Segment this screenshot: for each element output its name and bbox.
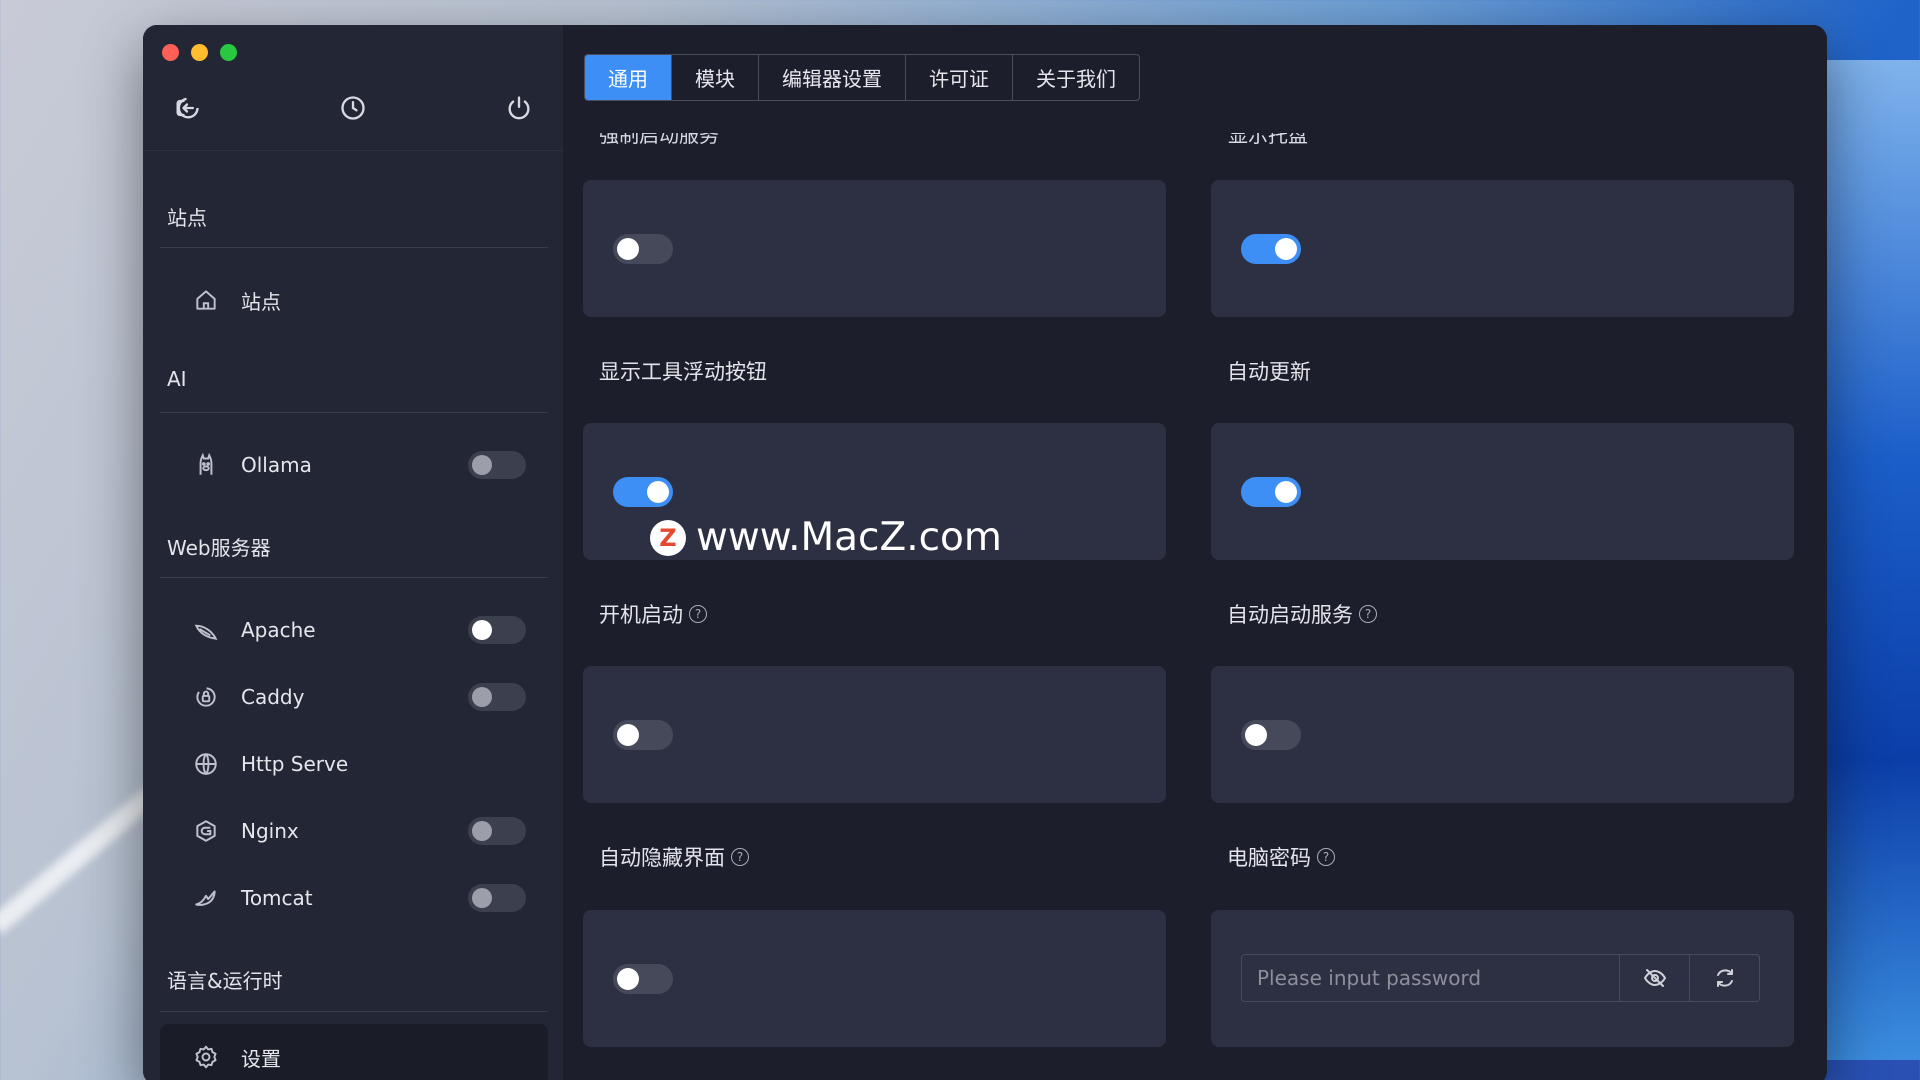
setting-label-float-button: 显示工具浮动按钮 [599, 356, 767, 386]
setting-label-computer-password: 电脑密码 ? [1227, 842, 1335, 872]
help-icon[interactable]: ? [731, 848, 749, 866]
sidebar-item-apache[interactable]: Apache [160, 600, 548, 660]
setting-label-text: 自动启动服务 [1227, 603, 1353, 627]
password-input[interactable] [1242, 955, 1619, 1001]
setting-label-cut-right: 显示托盘 [1228, 133, 1308, 147]
scrolled-labels: 强制启动服务 显示托盘 [563, 133, 1827, 153]
sidebar: 站点 站点 AI Ollama Web服务器 Apache Caddy Http… [143, 25, 563, 1080]
sidebar-item-sites[interactable]: 站点 [160, 270, 548, 330]
setting-label-text: 自动更新 [1227, 360, 1311, 384]
setting-card [583, 666, 1166, 803]
power-icon[interactable] [504, 93, 534, 123]
sidebar-item-settings[interactable]: 设置 [160, 1024, 548, 1080]
setting-label-boot-start: 开机启动 ? [599, 599, 707, 629]
divider [160, 247, 548, 248]
setting-card [1211, 910, 1794, 1047]
sidebar-item-label: Ollama [241, 453, 312, 477]
setting-card [1211, 180, 1794, 317]
setting-card [583, 910, 1166, 1047]
tab-general[interactable]: 通用 [585, 55, 671, 100]
boot-start-toggle[interactable] [613, 720, 673, 750]
caddy-toggle[interactable] [468, 683, 526, 711]
toggle-visibility-button[interactable] [1619, 955, 1689, 1001]
tab-license[interactable]: 许可证 [905, 55, 1012, 100]
home-icon [190, 284, 222, 316]
tab-modules[interactable]: 模块 [671, 55, 758, 100]
llama-icon [190, 449, 222, 481]
sidebar-item-label: 站点 [241, 289, 281, 314]
sidebar-item-label: Caddy [241, 685, 305, 709]
setting-label-auto-update: 自动更新 [1227, 356, 1311, 386]
logout-icon[interactable] [172, 93, 202, 123]
globe-icon [190, 748, 222, 780]
sidebar-item-label: Tomcat [241, 886, 313, 910]
divider [160, 577, 548, 578]
watermark-text: www.MacZ.com [696, 515, 1002, 560]
eye-off-icon [1643, 969, 1666, 987]
setting-label-text: 显示工具浮动按钮 [599, 360, 767, 384]
force-start-toggle[interactable] [613, 234, 673, 264]
minimize-window-button[interactable] [191, 44, 208, 61]
setting-label-text: 自动隐藏界面 [599, 846, 725, 870]
setting-label-text: 开机启动 [599, 603, 683, 627]
sidebar-item-label: Http Serve [241, 752, 349, 776]
setting-label-auto-start-services: 自动启动服务 ? [1227, 599, 1377, 629]
tomcat-toggle[interactable] [468, 884, 526, 912]
divider [160, 412, 548, 413]
tomcat-icon [190, 882, 222, 914]
tab-about[interactable]: 关于我们 [1012, 55, 1139, 100]
settings-tabs: 通用 模块 编辑器设置 许可证 关于我们 [584, 54, 1140, 101]
divider [160, 1011, 548, 1012]
auto-start-services-toggle[interactable] [1241, 720, 1301, 750]
sidebar-item-label: 设置 [241, 1046, 281, 1071]
password-group [1241, 954, 1760, 1002]
float-button-toggle[interactable] [613, 477, 673, 507]
setting-card [583, 180, 1166, 317]
gear-icon [190, 1041, 222, 1073]
feather-icon [190, 614, 222, 646]
sidebar-item-ollama[interactable]: Ollama [160, 435, 548, 495]
auto-hide-toggle[interactable] [613, 964, 673, 994]
help-icon[interactable]: ? [1359, 605, 1377, 623]
section-title-lang: 语言&运行时 [167, 969, 283, 993]
sidebar-item-tomcat[interactable]: Tomcat [160, 868, 548, 928]
zoom-window-button[interactable] [220, 44, 237, 61]
sidebar-item-label: Apache [241, 618, 316, 642]
help-icon[interactable]: ? [689, 605, 707, 623]
setting-label-auto-hide: 自动隐藏界面 ? [599, 842, 749, 872]
setting-card [1211, 423, 1794, 560]
nginx-icon [190, 815, 222, 847]
show-tray-toggle[interactable] [1241, 234, 1301, 264]
sidebar-item-label: Nginx [241, 819, 299, 843]
close-window-button[interactable] [162, 44, 179, 61]
history-icon[interactable] [338, 93, 368, 123]
refresh-button[interactable] [1689, 955, 1759, 1001]
help-icon[interactable]: ? [1317, 848, 1335, 866]
setting-card [1211, 666, 1794, 803]
apache-toggle[interactable] [468, 616, 526, 644]
watermark: Z www.MacZ.com [650, 515, 1002, 560]
caddy-icon [190, 681, 222, 713]
setting-label-text: 电脑密码 [1227, 846, 1311, 870]
nginx-toggle[interactable] [468, 817, 526, 845]
sidebar-item-caddy[interactable]: Caddy [160, 667, 548, 727]
ollama-toggle[interactable] [468, 451, 526, 479]
watermark-logo: Z [650, 519, 686, 556]
section-title-sites: 站点 [167, 206, 207, 230]
sidebar-item-nginx[interactable]: Nginx [160, 801, 548, 861]
window-controls [162, 44, 237, 61]
auto-update-toggle[interactable] [1241, 477, 1301, 507]
setting-label-cut-left: 强制启动服务 [599, 133, 719, 147]
sidebar-item-http-serve[interactable]: Http Serve [160, 734, 548, 794]
divider [143, 150, 563, 151]
tab-editor-settings[interactable]: 编辑器设置 [758, 55, 905, 100]
refresh-icon [1716, 969, 1733, 987]
section-title-ai: AI [167, 367, 187, 391]
sidebar-toolbar [143, 93, 563, 143]
section-title-web: Web服务器 [167, 536, 271, 560]
